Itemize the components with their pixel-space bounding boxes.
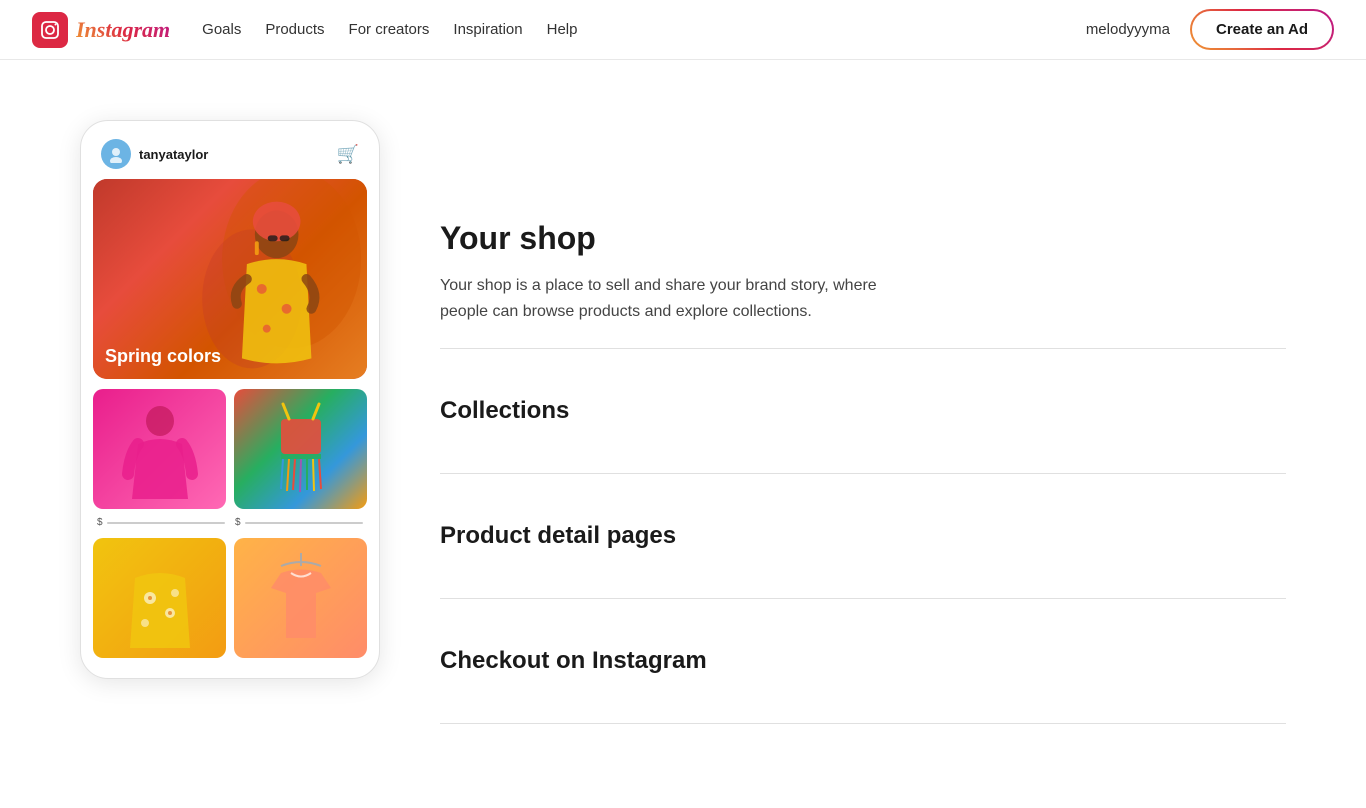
hero-label: Spring colors: [105, 346, 221, 367]
checkout-title: Checkout on Instagram: [440, 647, 1286, 675]
cart-icon[interactable]: 🛒: [337, 144, 359, 165]
navbar: Instagram Goals Products For creators In…: [0, 0, 1366, 60]
product-grid-row2: [93, 538, 367, 658]
right-content: Your shop Your shop is a place to sell a…: [440, 120, 1286, 748]
product-thumb-peach: [234, 538, 367, 658]
phone-profile: tanyataylor: [101, 139, 208, 169]
currency-symbol-1: $: [97, 517, 103, 528]
phone-section: tanyataylor 🛒: [80, 120, 380, 748]
currency-symbol-2: $: [235, 517, 241, 528]
logo-text: Instagram: [76, 17, 170, 43]
instagram-logo-icon: [32, 12, 68, 48]
logo[interactable]: Instagram: [32, 12, 170, 48]
shop-description: Your shop is a place to sell and share y…: [440, 273, 920, 324]
feature-checkout[interactable]: Checkout on Instagram: [440, 623, 1286, 699]
avatar-icon: [107, 145, 125, 163]
nav-link-inspiration[interactable]: Inspiration: [453, 21, 522, 38]
collections-title: Collections: [440, 397, 1286, 425]
divider-1: [440, 348, 1286, 349]
nav-link-products[interactable]: Products: [265, 21, 324, 38]
feature-product-detail[interactable]: Product detail pages: [440, 498, 1286, 574]
phone-username: tanyataylor: [139, 147, 208, 162]
nav-left: Instagram Goals Products For creators In…: [32, 12, 577, 48]
product-thumb-colorful: [234, 389, 367, 509]
username-display: melodyyyma: [1086, 21, 1170, 38]
price-lines: $ $: [93, 517, 367, 528]
product-thumb-yellow: [93, 538, 226, 658]
divider-2: [440, 473, 1286, 474]
product-grid-row1: [93, 389, 367, 509]
pink-dress-icon: [120, 399, 200, 499]
price-bar-1: $: [97, 517, 225, 528]
hero-image: Spring colors: [93, 179, 367, 379]
price-indicator-1: [107, 522, 225, 524]
colorful-top-icon: [261, 399, 341, 499]
nav-right: melodyyyma Create an Ad: [1086, 9, 1334, 50]
avatar: [101, 139, 131, 169]
nav-links: Goals Products For creators Inspiration …: [202, 21, 577, 38]
divider-4: [440, 723, 1286, 724]
nav-link-goals[interactable]: Goals: [202, 21, 241, 38]
nav-link-creators[interactable]: For creators: [349, 21, 430, 38]
phone-frame: tanyataylor 🛒: [80, 120, 380, 679]
yellow-dress-icon: [120, 548, 200, 648]
feature-collections[interactable]: Collections: [440, 373, 1286, 449]
create-ad-button[interactable]: Create an Ad: [1190, 9, 1334, 50]
peach-top-icon: [261, 548, 341, 648]
main-content: tanyataylor 🛒: [0, 60, 1366, 808]
divider-3: [440, 598, 1286, 599]
nav-link-help[interactable]: Help: [547, 21, 578, 38]
shop-heading: Your shop: [440, 220, 1286, 257]
phone-header: tanyataylor 🛒: [93, 133, 367, 179]
price-bar-2: $: [235, 517, 363, 528]
price-indicator-2: [245, 522, 363, 524]
product-detail-title: Product detail pages: [440, 522, 1286, 550]
product-thumb-pink: [93, 389, 226, 509]
